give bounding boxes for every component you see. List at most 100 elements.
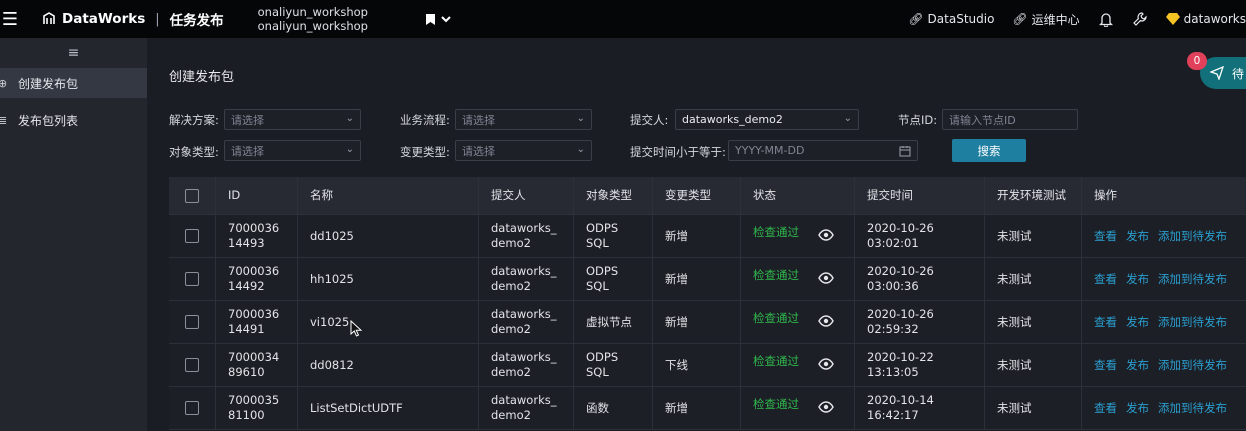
actions-cell: 查看 发布 添加到待发布 bbox=[1082, 215, 1246, 257]
workspace-switcher[interactable] bbox=[425, 13, 451, 25]
publish-link[interactable]: 发布 bbox=[1126, 272, 1149, 287]
app-title: 任务发布 bbox=[169, 13, 224, 29]
id-part-2: 14493 bbox=[228, 236, 265, 250]
view-link[interactable]: 查看 bbox=[1094, 229, 1117, 244]
table-row: 7000036 14492 hh1025 dataworks_ demo2 ODPS SQL… bbox=[169, 258, 1246, 301]
workspace-line-2: onaliyun_workshop bbox=[257, 19, 368, 33]
calendar-icon bbox=[899, 146, 911, 157]
row-checkbox[interactable] bbox=[185, 229, 199, 243]
mouse-cursor-icon bbox=[350, 320, 362, 337]
eye-icon[interactable] bbox=[818, 315, 834, 327]
table-row: 7000036 14493 dd1025 dataworks_ demo2 ODPS SQL… bbox=[169, 215, 1246, 258]
workspace-name[interactable]: onaliyun_workshop onaliyun_workshop bbox=[258, 5, 368, 33]
wrench-icon[interactable] bbox=[1132, 11, 1148, 27]
add-to-pending-link[interactable]: 添加到待发布 bbox=[1158, 315, 1227, 330]
ops-center-label: 运维中心 bbox=[1031, 12, 1080, 27]
bookmark-icon bbox=[425, 13, 435, 25]
row-checkbox[interactable] bbox=[185, 358, 199, 372]
submit-clock: 13:13:05 bbox=[867, 365, 919, 379]
workflow-placeholder: 请选择 bbox=[462, 113, 495, 127]
eye-icon[interactable] bbox=[818, 272, 834, 284]
add-to-pending-link[interactable]: 添加到待发布 bbox=[1158, 358, 1227, 373]
add-to-pending-link[interactable]: 添加到待发布 bbox=[1158, 229, 1227, 244]
submitter-part-1: dataworks_ bbox=[491, 221, 557, 235]
workflow-select[interactable]: 请选择 ⌄ bbox=[455, 109, 592, 130]
actions-cell: 查看 发布 添加到待发布 bbox=[1082, 301, 1246, 343]
view-link[interactable]: 查看 bbox=[1094, 401, 1117, 416]
sidebar-item-create-package[interactable]: ⊕ 创建发布包 bbox=[0, 68, 147, 98]
id-cell: 7000034 89610 bbox=[216, 344, 298, 386]
submit-time-picker[interactable]: YYYY-MM-DD bbox=[728, 140, 918, 161]
view-link[interactable]: 查看 bbox=[1094, 315, 1117, 330]
link-icon: 🔗︎ bbox=[1012, 12, 1028, 26]
object-type-cell: 函数 bbox=[574, 387, 653, 429]
dev-test-cell: 未测试 bbox=[985, 387, 1082, 429]
eye-icon[interactable] bbox=[818, 401, 834, 413]
bell-icon[interactable] bbox=[1098, 11, 1114, 27]
publish-link[interactable]: 发布 bbox=[1126, 315, 1149, 330]
submitter-cell: dataworks_ demo2 bbox=[479, 258, 574, 300]
eye-icon[interactable] bbox=[818, 229, 834, 241]
row-checkbox[interactable] bbox=[185, 401, 199, 415]
submit-date: 2020-10-26 bbox=[867, 307, 934, 321]
publish-link[interactable]: 发布 bbox=[1126, 358, 1149, 373]
create-package-icon: ⊕ bbox=[0, 76, 8, 90]
row-checkbox[interactable] bbox=[185, 272, 199, 286]
id-part-2: 89610 bbox=[228, 365, 265, 379]
ops-center-link[interactable]: 🔗︎ 运维中心 bbox=[1012, 11, 1079, 28]
id-part-1: 7000036 bbox=[228, 221, 280, 235]
add-to-pending-link[interactable]: 添加到待发布 bbox=[1158, 272, 1227, 287]
id-part-2: 14491 bbox=[228, 322, 265, 336]
id-cell: 7000036 14491 bbox=[216, 301, 298, 343]
publish-link[interactable]: 发布 bbox=[1126, 229, 1149, 244]
sidebar-item-package-list[interactable]: ≣ 发布包列表 bbox=[0, 105, 147, 135]
main-content: 创建发布包 解决方案: 请选择 ⌄ 业务流程: 请选择 ⌄ 提交人: dataw… bbox=[147, 38, 1246, 431]
submitter-part-2: demo2 bbox=[491, 279, 531, 293]
status-cell: 检查通过 bbox=[741, 344, 855, 386]
node-id-input[interactable]: 请输入节点ID bbox=[942, 109, 1078, 130]
status-text: 检查通过 bbox=[753, 267, 799, 282]
submit-clock: 03:02:01 bbox=[867, 236, 919, 250]
solution-label: 解决方案: bbox=[169, 113, 219, 127]
submitter-part-1: dataworks_ bbox=[491, 307, 557, 321]
change-type-select[interactable]: 请选择 ⌄ bbox=[455, 140, 592, 161]
object-type-select[interactable]: 请选择 ⌄ bbox=[224, 140, 361, 161]
actions-cell: 查看 发布 添加到待发布 bbox=[1082, 344, 1246, 386]
chevron-down-icon: ⌄ bbox=[345, 113, 354, 124]
row-select-cell bbox=[169, 258, 216, 300]
datastudio-link[interactable]: 🔗︎ DataStudio bbox=[908, 12, 994, 26]
id-cell: 7000036 14493 bbox=[216, 215, 298, 257]
eye-icon[interactable] bbox=[818, 358, 834, 370]
submitter-part-1: dataworks_ bbox=[491, 264, 557, 278]
publish-link[interactable]: 发布 bbox=[1126, 401, 1149, 416]
sidebar-collapse-icon[interactable]: ≡ bbox=[0, 38, 147, 68]
menu-icon[interactable]: ☰ bbox=[0, 0, 20, 38]
row-checkbox[interactable] bbox=[185, 315, 199, 329]
submit-clock: 02:59:32 bbox=[867, 322, 919, 336]
id-part-1: 7000036 bbox=[228, 264, 280, 278]
add-to-pending-link[interactable]: 添加到待发布 bbox=[1158, 401, 1227, 416]
dev-test-cell: 未测试 bbox=[985, 215, 1082, 257]
solution-select[interactable]: 请选择 ⌄ bbox=[224, 109, 361, 130]
view-link[interactable]: 查看 bbox=[1094, 272, 1117, 287]
user-menu[interactable]: dataworks bbox=[1165, 12, 1246, 26]
package-table: ID 名称 提交人 对象类型 变更类型 状态 提交时间 开发环境测试 操作 70… bbox=[169, 177, 1246, 430]
product-logo[interactable]: DataWorks bbox=[42, 11, 145, 27]
view-link[interactable]: 查看 bbox=[1094, 358, 1117, 373]
object-type-part-2: SQL bbox=[586, 365, 609, 379]
submitter-select[interactable]: dataworks_demo2 ⌄ bbox=[675, 109, 859, 130]
submitter-part-2: demo2 bbox=[491, 322, 531, 336]
table-row: 7000035 81100 ListSetDictUDTF dataworks_ dem… bbox=[169, 387, 1246, 430]
submit-date: 2020-10-14 bbox=[867, 393, 934, 407]
chevron-down-icon: ⌄ bbox=[843, 113, 852, 124]
object-type-part-1: ODPS bbox=[586, 264, 619, 278]
header-submitter: 提交人 bbox=[479, 177, 574, 214]
status-cell: 检查通过 bbox=[741, 301, 855, 343]
select-all-checkbox[interactable] bbox=[185, 188, 199, 203]
submitter-cell: dataworks_ demo2 bbox=[479, 301, 574, 343]
node-id-placeholder: 请输入节点ID bbox=[949, 113, 1016, 127]
search-button[interactable]: 搜索 bbox=[952, 139, 1026, 162]
send-icon bbox=[1210, 66, 1224, 80]
submit-clock: 03:00:36 bbox=[867, 279, 919, 293]
pending-publish-label: 待 bbox=[1232, 66, 1245, 81]
